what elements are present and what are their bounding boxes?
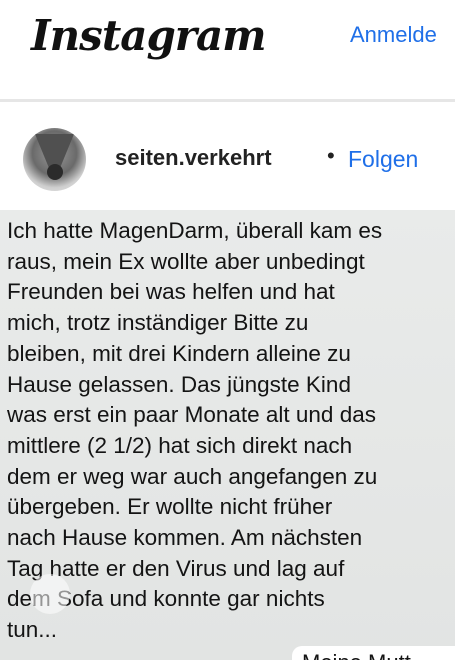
post-username[interactable]: seiten.verkehrt xyxy=(115,145,272,171)
instagram-post-page: Instagram Anmelde seiten.verkehrt • Folg… xyxy=(0,0,455,660)
next-message-text: Meine Mutt xyxy=(302,650,411,660)
next-message-bubble: Meine Mutt xyxy=(292,646,455,660)
separator-dot: • xyxy=(327,143,335,168)
avatar-head-icon xyxy=(47,164,63,180)
follow-button[interactable]: Folgen xyxy=(348,146,418,173)
message-text: Ich hatte MagenDarm, überall kam es raus… xyxy=(7,218,383,643)
post-header: seiten.verkehrt • Folgen xyxy=(0,102,455,210)
post-image[interactable]: Ich hatte MagenDarm, überall kam es raus… xyxy=(0,210,455,660)
login-link[interactable]: Anmelde xyxy=(350,22,437,48)
image-overlay-button[interactable] xyxy=(30,574,70,614)
user-avatar[interactable] xyxy=(23,128,86,191)
top-navigation-bar: Instagram Anmelde xyxy=(0,0,455,100)
instagram-logo[interactable]: Instagram xyxy=(31,4,267,68)
